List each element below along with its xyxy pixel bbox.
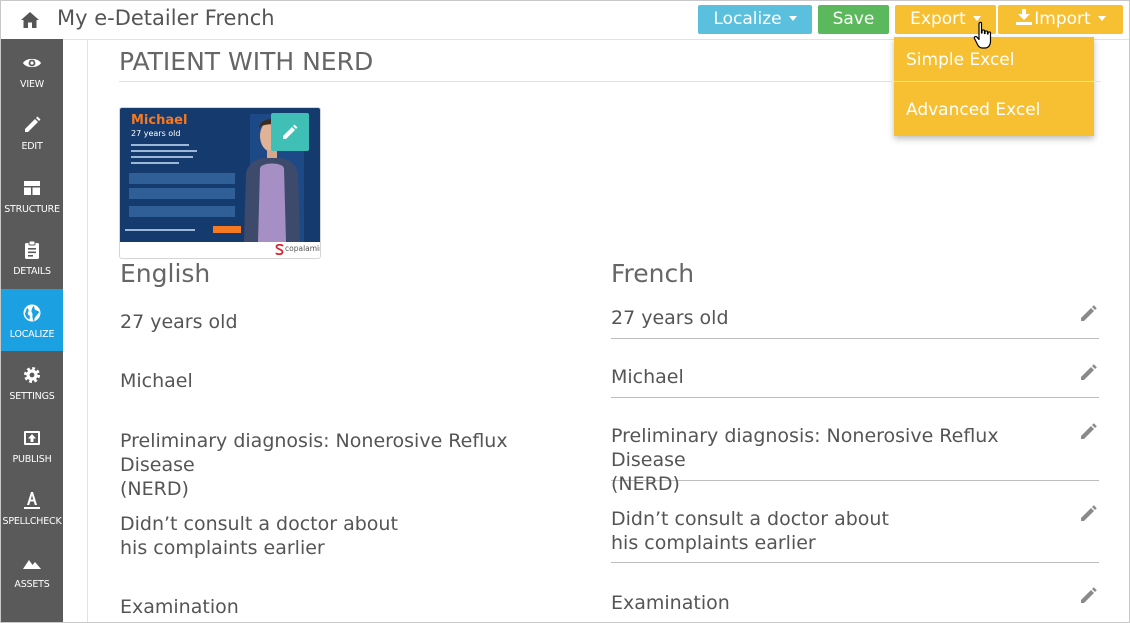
pencil-icon bbox=[25, 116, 41, 132]
mountain-icon bbox=[23, 560, 41, 569]
layout-icon bbox=[24, 181, 40, 195]
brand-logo-icon bbox=[275, 244, 284, 255]
sidebar: VIEW EDIT STRUCTURE DETAILS LOCALIZE SET… bbox=[1, 39, 63, 622]
pencil-icon[interactable] bbox=[1079, 421, 1099, 441]
sidebar-item-view[interactable]: VIEW bbox=[1, 39, 63, 101]
source-language-header: English bbox=[120, 259, 211, 288]
pencil-icon[interactable] bbox=[1079, 362, 1099, 382]
localize-button[interactable]: Localize bbox=[698, 5, 812, 34]
source-text: 27 years old bbox=[120, 311, 238, 333]
sidebar-item-label: STRUCTURE bbox=[4, 204, 60, 215]
sidebar-item-label: SPELLCHECK bbox=[2, 516, 62, 527]
sidebar-item-label: DETAILS bbox=[13, 266, 51, 277]
chevron-down-icon bbox=[972, 15, 981, 21]
globe-icon bbox=[23, 304, 41, 322]
sidebar-item-edit[interactable]: EDIT bbox=[1, 101, 63, 163]
save-label: Save bbox=[832, 9, 875, 29]
app-window: My e-Detailer French Localize Save Expor… bbox=[0, 0, 1130, 623]
spellcheck-icon bbox=[24, 492, 40, 509]
translation-row[interactable]: Didn’t consult a doctor about his compla… bbox=[611, 505, 1099, 563]
sidebar-item-label: ASSETS bbox=[14, 579, 50, 590]
page-title: PATIENT WITH NERD bbox=[119, 47, 374, 76]
translation-text: Examination bbox=[611, 592, 730, 614]
slide-text-line bbox=[125, 229, 195, 231]
sidebar-item-localize[interactable]: LOCALIZE bbox=[1, 289, 63, 351]
source-text: Examination bbox=[120, 596, 239, 618]
source-text: Preliminary diagnosis: Nonerosive Reflux… bbox=[120, 430, 508, 500]
top-bar: My e-Detailer French Localize Save Expor… bbox=[1, 1, 1129, 40]
sidebar-item-assets[interactable]: ASSETS bbox=[1, 539, 63, 601]
translation-row[interactable]: Preliminary diagnosis: Nonerosive Reflux… bbox=[611, 421, 1099, 495]
import-label: Import bbox=[1034, 9, 1091, 29]
sidebar-item-label: EDIT bbox=[21, 141, 43, 152]
main-content: PATIENT WITH NERD Michael 27 years old c… bbox=[63, 39, 1129, 622]
slide-text-line bbox=[131, 162, 179, 164]
sidebar-item-publish[interactable]: PUBLISH bbox=[1, 414, 63, 476]
slide-note-box bbox=[129, 188, 235, 199]
sidebar-item-label: LOCALIZE bbox=[9, 329, 55, 340]
pencil-icon[interactable] bbox=[1079, 585, 1099, 605]
sidebar-item-label: PUBLISH bbox=[12, 454, 52, 465]
source-text: Didn’t consult a doctor about his compla… bbox=[120, 513, 398, 559]
export-label: Export bbox=[910, 9, 966, 29]
slide-note-box bbox=[129, 206, 235, 217]
sidebar-item-label: SETTINGS bbox=[9, 391, 55, 402]
app-title: My e-Detailer French bbox=[57, 6, 275, 30]
chevron-down-icon bbox=[788, 15, 797, 21]
slide-footer-tag bbox=[213, 226, 241, 233]
translation-text: Preliminary diagnosis: Nonerosive Reflux… bbox=[611, 425, 999, 495]
gear-icon bbox=[24, 367, 40, 383]
source-text: Michael bbox=[120, 370, 193, 392]
upload-icon bbox=[24, 431, 40, 445]
sidebar-item-settings[interactable]: SETTINGS bbox=[1, 351, 63, 413]
target-language-header: French bbox=[611, 259, 695, 288]
content-divider bbox=[87, 39, 88, 622]
clipboard-icon bbox=[25, 240, 39, 259]
translation-row[interactable]: Michael bbox=[611, 364, 1099, 398]
eye-icon bbox=[23, 58, 41, 68]
title-divider bbox=[119, 81, 1101, 82]
sidebar-item-structure[interactable]: STRUCTURE bbox=[1, 164, 63, 226]
pencil-icon[interactable] bbox=[1079, 303, 1099, 323]
translation-text: 27 years old bbox=[611, 307, 729, 329]
translation-row[interactable]: 27 years old bbox=[611, 305, 1099, 339]
slide-text-line bbox=[131, 156, 193, 158]
sidebar-item-spellcheck[interactable]: SPELLCHECK bbox=[1, 476, 63, 538]
sidebar-item-label: VIEW bbox=[20, 79, 44, 90]
edit-slide-button[interactable] bbox=[271, 113, 309, 151]
brand-logo-text: copalamint bbox=[285, 244, 320, 253]
localize-label: Localize bbox=[713, 9, 782, 29]
save-button[interactable]: Save bbox=[818, 5, 889, 34]
slide-patient-name: Michael bbox=[131, 113, 188, 128]
translation-row[interactable]: Examination bbox=[611, 587, 1099, 622]
chevron-down-icon bbox=[1097, 15, 1106, 21]
slide-footer bbox=[125, 226, 275, 234]
import-icon bbox=[1016, 8, 1033, 25]
translation-text: Didn’t consult a doctor about his compla… bbox=[611, 508, 889, 554]
slide-text-line bbox=[131, 144, 189, 146]
sidebar-item-details[interactable]: DETAILS bbox=[1, 226, 63, 288]
slide-note-box bbox=[129, 173, 235, 184]
home-icon[interactable] bbox=[20, 10, 40, 30]
slide-thumbnail[interactable]: Michael 27 years old copalami bbox=[119, 107, 321, 259]
slide-text-line bbox=[131, 150, 197, 152]
pencil-icon bbox=[283, 124, 298, 139]
import-button[interactable]: Import bbox=[998, 5, 1123, 34]
slide-patient-age: 27 years old bbox=[131, 129, 181, 138]
translation-text: Michael bbox=[611, 366, 684, 388]
pencil-icon[interactable] bbox=[1079, 503, 1099, 523]
